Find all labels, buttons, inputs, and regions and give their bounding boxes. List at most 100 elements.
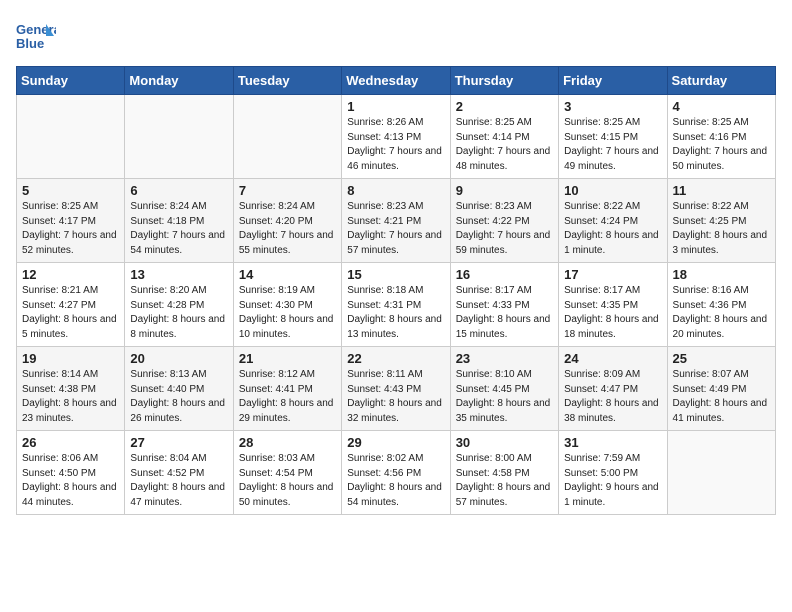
day-number: 22 [347,351,444,366]
calendar-cell: 13 Sunrise: 8:20 AMSunset: 4:28 PMDayligh… [125,263,233,347]
calendar-cell: 7 Sunrise: 8:24 AMSunset: 4:20 PMDaylight… [233,179,341,263]
day-number: 30 [456,435,553,450]
day-number: 29 [347,435,444,450]
cell-details: Sunrise: 8:23 AMSunset: 4:22 PMDaylight:… [456,200,553,258]
calendar-cell: 27 Sunrise: 8:04 AMSunset: 4:52 PMDayligh… [125,431,233,515]
cell-details: Sunrise: 8:26 AMSunset: 4:13 PMDaylight:… [347,116,444,174]
cell-details: Sunrise: 8:20 AMSunset: 4:28 PMDaylight:… [130,284,227,342]
day-number: 13 [130,267,227,282]
cell-details: Sunrise: 8:07 AMSunset: 4:49 PMDaylight:… [673,368,770,426]
calendar-week-4: 19Sunrise: 8:14 AMSunset: 4:38 PMDayligh… [17,347,776,431]
calendar-cell: 28 Sunrise: 8:03 AMSunset: 4:54 PMDayligh… [233,431,341,515]
calendar-cell: 8Sunrise: 8:23 AMSunset: 4:21 PMDaylight… [342,179,450,263]
cell-details: Sunrise: 8:12 AMSunset: 4:41 PMDaylight:… [239,368,336,426]
calendar-cell: 19Sunrise: 8:14 AMSunset: 4:38 PMDayligh… [17,347,125,431]
calendar-week-3: 12Sunrise: 8:21 AMSunset: 4:27 PMDayligh… [17,263,776,347]
cell-details: Sunrise: 8:17 AMSunset: 4:33 PMDaylight:… [456,284,553,342]
calendar-cell: 30 Sunrise: 8:00 AMSunset: 4:58 PMDayligh… [450,431,558,515]
cell-details: Sunrise: 7:59 AMSunset: 5:00 PMDaylight:… [564,452,661,510]
cell-details: Sunrise: 8:25 AMSunset: 4:15 PMDaylight:… [564,116,661,174]
cell-details: Sunrise: 8:25 AMSunset: 4:17 PMDaylight:… [22,200,119,258]
cell-details: Sunrise: 8:25 AMSunset: 4:16 PMDaylight:… [673,116,770,174]
logo-icon: General Blue [16,16,56,56]
cell-details: Sunrise: 8:04 AMSunset: 4:52 PMDaylight:… [130,452,227,510]
day-number: 3 [564,99,661,114]
calendar-cell: 26 Sunrise: 8:06 AMSunset: 4:50 PMDayligh… [17,431,125,515]
day-number: 21 [239,351,336,366]
day-number: 9 [456,183,553,198]
cell-details: Sunrise: 8:16 AMSunset: 4:36 PMDaylight:… [673,284,770,342]
calendar-cell [125,95,233,179]
header-day-thursday: Thursday [450,67,558,95]
calendar-cell: 3 Sunrise: 8:25 AMSunset: 4:15 PMDaylight… [559,95,667,179]
calendar-table: SundayMondayTuesdayWednesdayThursdayFrid… [16,66,776,515]
day-number: 7 [239,183,336,198]
calendar-cell: 10 Sunrise: 8:22 AMSunset: 4:24 PMDayligh… [559,179,667,263]
day-number: 23 [456,351,553,366]
day-number: 5 [22,183,119,198]
cell-details: Sunrise: 8:09 AMSunset: 4:47 PMDaylight:… [564,368,661,426]
calendar-cell: 4 Sunrise: 8:25 AMSunset: 4:16 PMDaylight… [667,95,775,179]
day-number: 4 [673,99,770,114]
calendar-cell: 20 Sunrise: 8:13 AMSunset: 4:40 PMDayligh… [125,347,233,431]
calendar-cell: 9 Sunrise: 8:23 AMSunset: 4:22 PMDaylight… [450,179,558,263]
cell-details: Sunrise: 8:13 AMSunset: 4:40 PMDaylight:… [130,368,227,426]
calendar-cell [667,431,775,515]
calendar-cell: 17Sunrise: 8:17 AMSunset: 4:35 PMDayligh… [559,263,667,347]
header-day-sunday: Sunday [17,67,125,95]
cell-details: Sunrise: 8:24 AMSunset: 4:18 PMDaylight:… [130,200,227,258]
header-day-monday: Monday [125,67,233,95]
calendar-cell: 1 Sunrise: 8:26 AMSunset: 4:13 PMDaylight… [342,95,450,179]
calendar-cell: 5 Sunrise: 8:25 AMSunset: 4:17 PMDaylight… [17,179,125,263]
calendar-header-row: SundayMondayTuesdayWednesdayThursdayFrid… [17,67,776,95]
day-number: 15 [347,267,444,282]
day-number: 11 [673,183,770,198]
calendar-cell: 11 Sunrise: 8:22 AMSunset: 4:25 PMDayligh… [667,179,775,263]
day-number: 25 [673,351,770,366]
cell-details: Sunrise: 8:18 AMSunset: 4:31 PMDaylight:… [347,284,444,342]
svg-text:Blue: Blue [16,36,44,51]
calendar-cell [233,95,341,179]
day-number: 31 [564,435,661,450]
calendar-week-1: 1 Sunrise: 8:26 AMSunset: 4:13 PMDaylight… [17,95,776,179]
calendar-week-2: 5 Sunrise: 8:25 AMSunset: 4:17 PMDaylight… [17,179,776,263]
calendar-cell: 6 Sunrise: 8:24 AMSunset: 4:18 PMDaylight… [125,179,233,263]
calendar-cell: 22 Sunrise: 8:11 AMSunset: 4:43 PMDayligh… [342,347,450,431]
day-number: 28 [239,435,336,450]
calendar-body: 1 Sunrise: 8:26 AMSunset: 4:13 PMDaylight… [17,95,776,515]
cell-details: Sunrise: 8:06 AMSunset: 4:50 PMDaylight:… [22,452,119,510]
day-number: 10 [564,183,661,198]
cell-details: Sunrise: 8:19 AMSunset: 4:30 PMDaylight:… [239,284,336,342]
cell-details: Sunrise: 8:22 AMSunset: 4:24 PMDaylight:… [564,200,661,258]
day-number: 2 [456,99,553,114]
day-number: 6 [130,183,227,198]
day-number: 16 [456,267,553,282]
day-number: 17 [564,267,661,282]
calendar-cell: 31 Sunrise: 7:59 AMSunset: 5:00 PMDayligh… [559,431,667,515]
cell-details: Sunrise: 8:03 AMSunset: 4:54 PMDaylight:… [239,452,336,510]
header-day-friday: Friday [559,67,667,95]
cell-details: Sunrise: 8:11 AMSunset: 4:43 PMDaylight:… [347,368,444,426]
cell-details: Sunrise: 8:24 AMSunset: 4:20 PMDaylight:… [239,200,336,258]
cell-details: Sunrise: 8:10 AMSunset: 4:45 PMDaylight:… [456,368,553,426]
calendar-cell: 25 Sunrise: 8:07 AMSunset: 4:49 PMDayligh… [667,347,775,431]
day-number: 1 [347,99,444,114]
calendar-cell: 15 Sunrise: 8:18 AMSunset: 4:31 PMDayligh… [342,263,450,347]
day-number: 27 [130,435,227,450]
cell-details: Sunrise: 8:02 AMSunset: 4:56 PMDaylight:… [347,452,444,510]
cell-details: Sunrise: 8:21 AMSunset: 4:27 PMDaylight:… [22,284,119,342]
calendar-cell: 12Sunrise: 8:21 AMSunset: 4:27 PMDayligh… [17,263,125,347]
header-day-wednesday: Wednesday [342,67,450,95]
day-number: 26 [22,435,119,450]
cell-details: Sunrise: 8:00 AMSunset: 4:58 PMDaylight:… [456,452,553,510]
day-number: 20 [130,351,227,366]
day-number: 19 [22,351,119,366]
logo: General Blue [16,16,60,56]
day-number: 24 [564,351,661,366]
header-day-tuesday: Tuesday [233,67,341,95]
header-day-saturday: Saturday [667,67,775,95]
calendar-cell: 21 Sunrise: 8:12 AMSunset: 4:41 PMDayligh… [233,347,341,431]
calendar-week-5: 26 Sunrise: 8:06 AMSunset: 4:50 PMDayligh… [17,431,776,515]
day-number: 8 [347,183,444,198]
cell-details: Sunrise: 8:22 AMSunset: 4:25 PMDaylight:… [673,200,770,258]
